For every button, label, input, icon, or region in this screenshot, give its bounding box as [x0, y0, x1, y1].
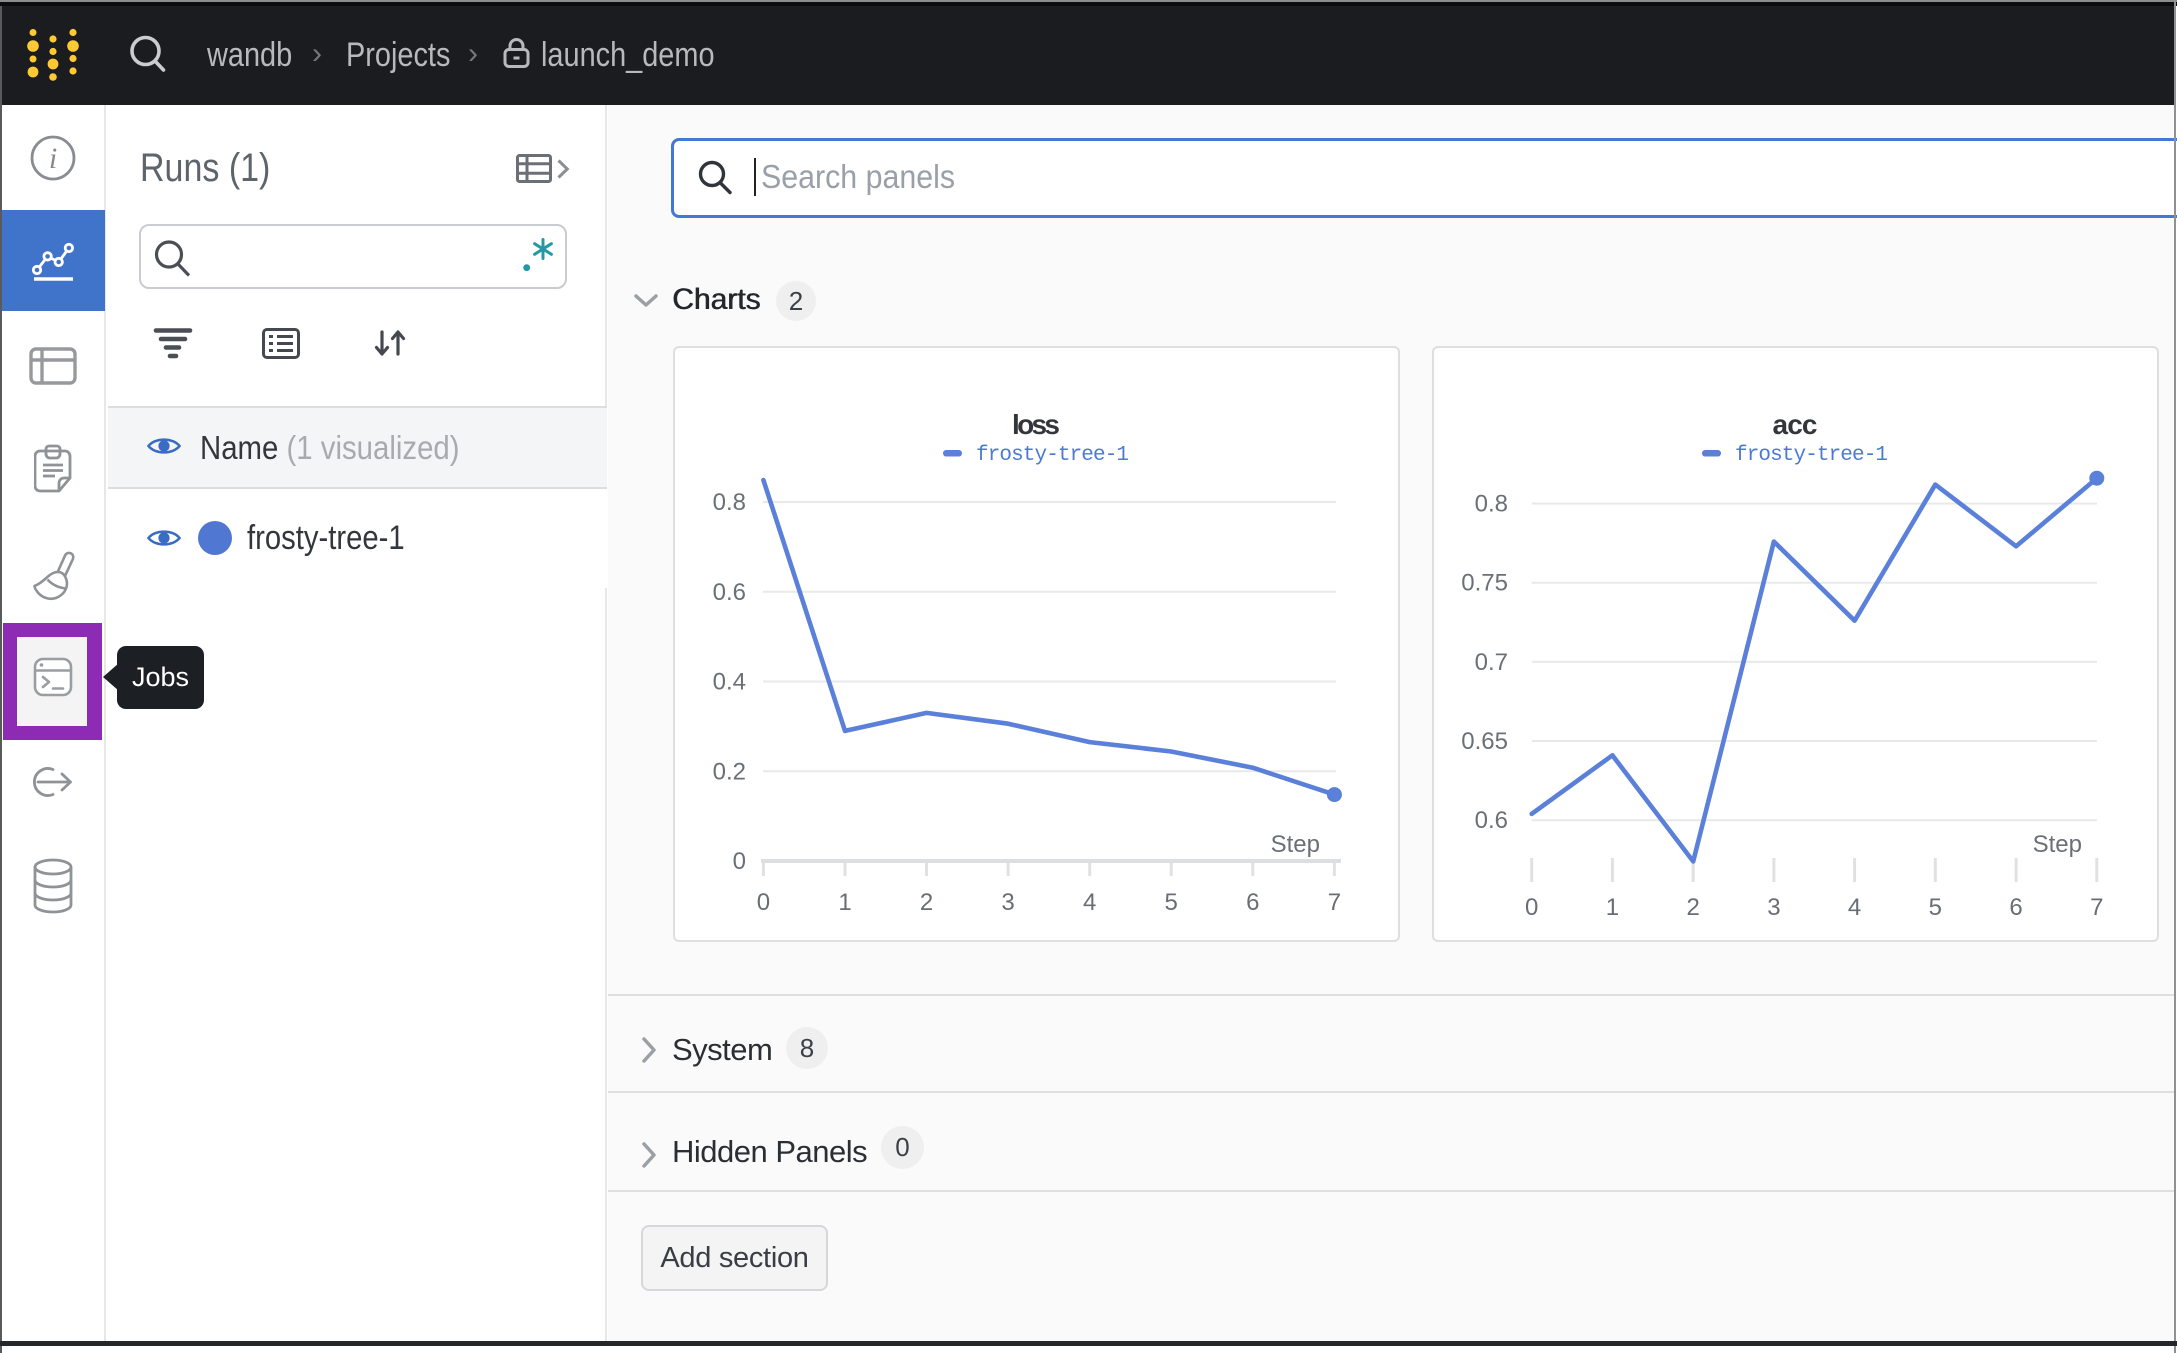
- svg-text:Step: Step: [2033, 831, 2082, 858]
- svg-text:1: 1: [838, 889, 851, 916]
- svg-text:0.8: 0.8: [1475, 491, 1508, 518]
- svg-text:Step: Step: [1271, 831, 1320, 858]
- svg-text:0: 0: [1525, 894, 1538, 921]
- svg-text:2: 2: [920, 889, 933, 916]
- svg-text:6: 6: [2009, 894, 2022, 921]
- svg-text:0.6: 0.6: [1475, 807, 1508, 834]
- svg-text:1: 1: [1606, 894, 1619, 921]
- svg-text:frosty-tree-1: frosty-tree-1: [1735, 444, 1888, 467]
- svg-text:4: 4: [1848, 894, 1861, 921]
- svg-text:frosty-tree-1: frosty-tree-1: [976, 444, 1129, 467]
- svg-text:0.7: 0.7: [1475, 649, 1508, 676]
- svg-text:0.4: 0.4: [713, 669, 746, 696]
- svg-text:2: 2: [1687, 894, 1700, 921]
- svg-text:7: 7: [1328, 889, 1341, 916]
- svg-text:loss: loss: [1012, 409, 1060, 440]
- svg-text:0.75: 0.75: [1461, 570, 1508, 597]
- svg-text:i: i: [49, 142, 57, 175]
- svg-text:acc: acc: [1773, 409, 1818, 440]
- svg-text:0.6: 0.6: [713, 579, 746, 606]
- svg-text:0.65: 0.65: [1461, 728, 1508, 755]
- svg-text:0: 0: [733, 848, 746, 875]
- svg-text:5: 5: [1929, 894, 1942, 921]
- svg-text:7: 7: [2090, 894, 2103, 921]
- svg-text:3: 3: [1767, 894, 1780, 921]
- svg-text:6: 6: [1246, 889, 1259, 916]
- svg-text:5: 5: [1165, 889, 1178, 916]
- svg-text:4: 4: [1083, 889, 1096, 916]
- svg-text:3: 3: [1001, 889, 1014, 916]
- svg-text:0.2: 0.2: [713, 758, 746, 785]
- svg-text:0.8: 0.8: [713, 489, 746, 516]
- svg-text:0: 0: [757, 889, 770, 916]
